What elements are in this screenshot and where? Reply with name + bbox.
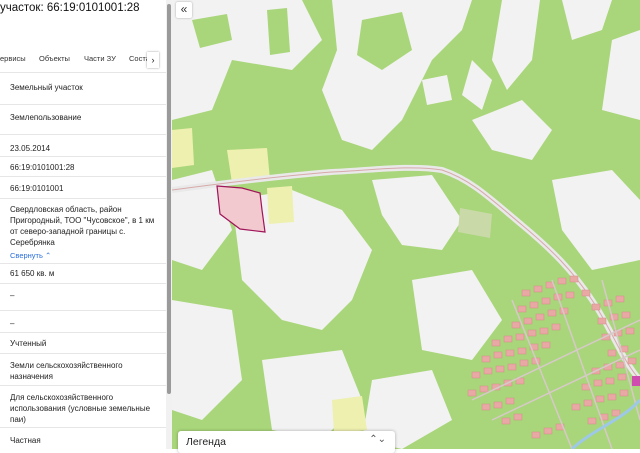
map-canvas[interactable] — [172, 0, 640, 449]
row-divider — [0, 353, 166, 354]
map-svg — [172, 0, 640, 449]
row-cadastral-number: 66:19:0101001:28 — [10, 163, 75, 172]
row-permitted-use: Для сельскохозяйственного использования … — [10, 393, 151, 424]
row-date: 23.05.2014 — [10, 144, 51, 153]
row-area: 61 650 кв. м — [10, 269, 55, 278]
info-panel: участок: 66:19:0101001:28 ервисы Объекты… — [0, 0, 172, 449]
row-land-category: Земли сельскохозяйственного назначения — [10, 361, 123, 381]
page-title: участок: 66:19:0101001:28 — [0, 2, 140, 14]
tabs-divider — [0, 72, 166, 73]
legend-label: Легенда — [186, 436, 226, 448]
row-divider — [0, 156, 166, 157]
scrollbar-thumb[interactable] — [167, 4, 171, 394]
row-divider — [0, 104, 166, 105]
row-address: Свердловская область, район Пригородный,… — [10, 205, 155, 247]
legend-dropdown[interactable]: Легенда ⌃⌄ — [178, 431, 395, 453]
row-divider — [0, 176, 166, 177]
row-divider — [0, 263, 166, 264]
tab-services[interactable]: ервисы — [0, 54, 26, 63]
row-divider — [0, 283, 166, 284]
collapse-address-link[interactable]: Свернуть ⌃ — [10, 251, 51, 260]
row-cost: – — [10, 291, 15, 300]
row-cadastral-quarter: 66:19:0101001 — [10, 184, 64, 193]
row-divider — [0, 427, 166, 428]
row-divider — [0, 198, 166, 199]
tab-parts[interactable]: Части ЗУ — [84, 54, 116, 63]
row-cost-date: – — [10, 319, 15, 328]
poi-marker — [632, 376, 640, 386]
chevron-up-down-icon: ⌃⌄ — [369, 434, 386, 445]
tabs-scroll-right-icon[interactable]: › — [147, 52, 159, 68]
row-divider — [0, 310, 166, 311]
collapse-panel-icon[interactable]: « — [176, 2, 192, 18]
row-divider — [0, 332, 166, 333]
row-subtype: Землепользование — [10, 113, 82, 122]
row-divider — [0, 134, 166, 135]
tab-bar: ервисы Объекты Части ЗУ Соста — [0, 54, 166, 68]
row-status: Учтенный — [10, 339, 47, 348]
row-ownership: Частная — [10, 436, 41, 445]
row-object-type: Земельный участок — [10, 83, 83, 92]
row-divider — [0, 385, 166, 386]
tab-objects[interactable]: Объекты — [39, 54, 70, 63]
